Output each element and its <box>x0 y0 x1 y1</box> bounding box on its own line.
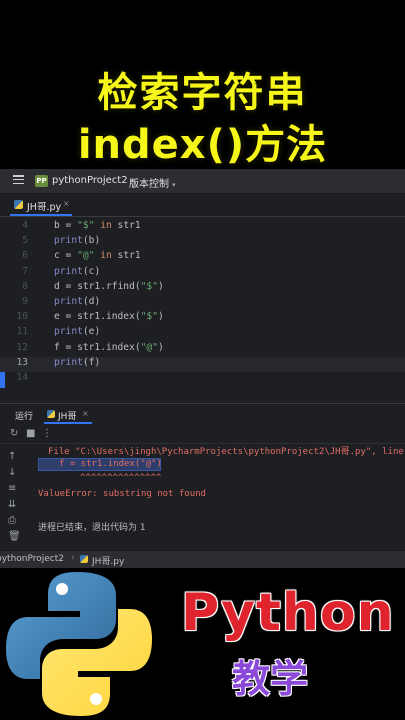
code-text: print(f) <box>54 356 101 368</box>
line-number: 7 <box>22 265 28 277</box>
run-tool-window-header: 运行 JH哥 × <box>0 403 405 424</box>
vcs-label: 版本控制 <box>129 179 169 190</box>
error-message: ValueError: substring not found <box>38 489 206 499</box>
editor-tab-label: JH哥.py <box>27 202 62 213</box>
line-number: 4 <box>22 220 28 231</box>
python-file-icon <box>47 410 55 418</box>
run-console[interactable]: File "C:\Users\jingh\PycharmProjects\pyt… <box>0 441 405 549</box>
line-number: 10 <box>16 311 28 323</box>
overlay-title-line2: index()方法 <box>77 122 328 168</box>
code-text: d = str1.rfind("$") <box>54 280 164 292</box>
code-line[interactable]: 14 <box>0 372 405 387</box>
hamburger-menu-icon[interactable] <box>13 175 24 185</box>
code-text: e = str1.index("$") <box>54 311 164 323</box>
close-icon[interactable]: × <box>63 199 70 208</box>
project-selector[interactable]: pythonProject2 ▾ <box>52 175 134 186</box>
project-name: pythonProject2 <box>52 175 128 186</box>
status-bar: pythonProject2 › JH哥.py <box>0 550 405 568</box>
code-line[interactable]: 4 b = "$" in str1 <box>0 220 405 235</box>
line-number: 11 <box>16 326 28 338</box>
status-project[interactable]: pythonProject2 <box>0 554 64 564</box>
editor-tabbar: JH哥.py × <box>0 194 405 217</box>
code-line[interactable]: 13 print(f) <box>0 356 405 372</box>
code-text: print(e) <box>54 326 101 338</box>
code-line[interactable]: 7 print(c) <box>0 266 405 281</box>
line-number: 14 <box>16 372 28 383</box>
exit-message: 进程已结束，退出代码为 1 <box>38 523 146 533</box>
teach-subtitle: 教学 <box>232 657 309 701</box>
ide-window: PP pythonProject2 ▾ 版本控制 ▾ JH哥.py × 4b = "… <box>0 169 405 568</box>
code-text: b = "$" in str1 <box>54 220 141 231</box>
project-badge: PP <box>35 175 48 187</box>
main-toolbar: PP pythonProject2 ▾ 版本控制 ▾ <box>0 169 405 194</box>
editor-tab[interactable]: JH哥.py × <box>10 194 72 216</box>
code-text: c = "@" in str1 <box>54 250 141 262</box>
status-file[interactable]: JH哥.py <box>92 554 124 567</box>
code-text: f = str1.index("@") <box>54 341 164 353</box>
run-tab[interactable]: JH哥 × <box>44 404 92 424</box>
code-line[interactable]: 12 f = str1.index("@") <box>0 342 405 357</box>
code-line[interactable]: 9 print(d) <box>0 296 405 311</box>
code-line[interactable]: 11 print(e) <box>0 326 405 341</box>
python-file-icon <box>14 200 23 209</box>
code-line[interactable]: 10 e = str1.index("$") <box>0 311 405 326</box>
python-file-icon <box>80 555 88 563</box>
more-icon[interactable]: ⋮ <box>42 428 52 440</box>
code-line[interactable]: 5 print(b) <box>0 235 405 250</box>
run-tab-label: JH哥 <box>58 412 77 422</box>
error-path[interactable]: File "C:\Users\jingh\PycharmProjects\pyt… <box>48 444 404 457</box>
error-carets: ^^^^^^^^^^^^^^^ <box>80 473 162 483</box>
breadcrumb-separator: › <box>71 553 75 563</box>
code-line[interactable]: 8 d = str1.rfind("$") <box>0 281 405 296</box>
code-text: print(c) <box>54 265 101 277</box>
line-number: 5 <box>22 235 28 247</box>
line-number: 9 <box>22 296 28 307</box>
error-code-line: f = str1.index("@") <box>38 458 162 471</box>
code-text: print(d) <box>54 296 101 307</box>
close-icon[interactable]: × <box>82 409 89 418</box>
code-text: print(b) <box>54 235 101 247</box>
python-word: Python <box>181 583 395 643</box>
vcs-menu[interactable]: 版本控制 ▾ <box>129 175 176 190</box>
chevron-down-icon: ▾ <box>172 181 176 189</box>
python-logo-icon <box>6 572 152 716</box>
overlay-title-line1: 检索字符串 <box>97 70 308 116</box>
line-number: 12 <box>16 341 28 353</box>
code-editor[interactable]: 4 b = "$" in str1 5 print(b) 6 c = "@" in str… <box>0 217 405 389</box>
rerun-icon[interactable]: ↻ <box>10 428 18 440</box>
line-number: 13 <box>16 356 28 368</box>
code-line[interactable]: 6 c = "@" in str1 <box>0 250 405 265</box>
line-number: 8 <box>22 280 28 292</box>
stop-icon[interactable]: ■ <box>26 428 35 440</box>
line-number: 6 <box>22 250 28 262</box>
run-label: 运行 <box>15 412 34 422</box>
